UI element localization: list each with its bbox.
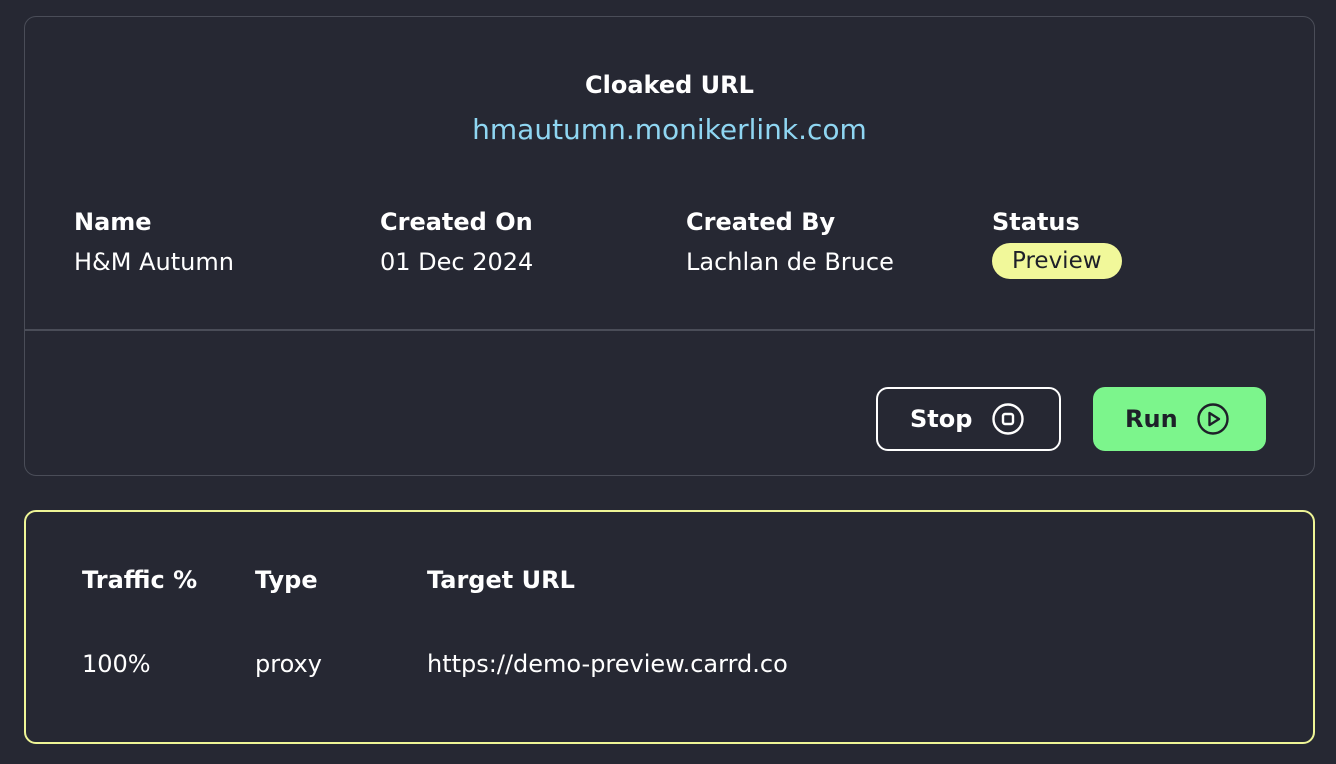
link-details-card: Cloaked URL hmautumn.monikerlink.com Nam… xyxy=(24,16,1315,476)
meta-name: Name H&M Autumn xyxy=(74,205,234,279)
route-type-value: proxy xyxy=(255,650,322,678)
name-label: Name xyxy=(74,208,152,236)
routes-card: Traffic % Type Target URL 100% proxy htt… xyxy=(24,510,1315,744)
meta-status: Status Preview xyxy=(992,205,1122,279)
run-button-label: Run xyxy=(1125,405,1178,433)
status-badge: Preview xyxy=(992,243,1122,279)
play-circle-icon xyxy=(1197,403,1229,435)
meta-created-on: Created On 01 Dec 2024 xyxy=(380,205,533,279)
stop-circle-icon xyxy=(992,403,1024,435)
status-label: Status xyxy=(992,208,1080,236)
created-on-value: 01 Dec 2024 xyxy=(380,248,534,276)
meta-created-by: Created By Lachlan de Bruce xyxy=(686,205,894,279)
cloaked-url-label: Cloaked URL xyxy=(585,71,754,99)
stop-button[interactable]: Stop xyxy=(876,387,1061,451)
routes-header-target-url: Target URL xyxy=(427,566,575,594)
created-on-label: Created On xyxy=(380,208,533,236)
stop-button-label: Stop xyxy=(910,405,973,433)
created-by-label: Created By xyxy=(686,208,836,236)
created-by-value: Lachlan de Bruce xyxy=(686,248,894,276)
card-divider xyxy=(25,329,1314,331)
name-value: H&M Autumn xyxy=(74,248,234,276)
cloaked-url-link[interactable]: hmautumn.monikerlink.com xyxy=(25,113,1314,146)
routes-header-traffic: Traffic % xyxy=(82,566,198,594)
run-button[interactable]: Run xyxy=(1093,387,1266,451)
routes-header-type: Type xyxy=(255,566,318,594)
route-traffic-value: 100% xyxy=(82,650,151,678)
route-target-url-value[interactable]: https://demo-preview.carrd.co xyxy=(427,650,788,678)
